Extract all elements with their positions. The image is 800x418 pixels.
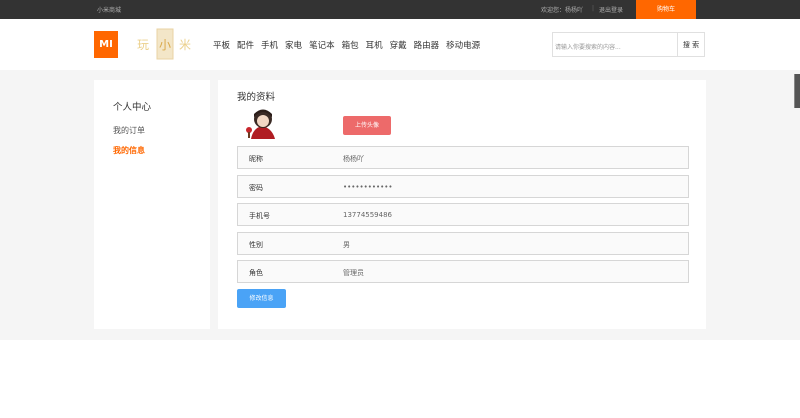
field-row-password[interactable]: 密码 •••••••••••• (237, 175, 689, 198)
page-title: 我的资料 (237, 92, 276, 103)
field-value: •••••••••••• (343, 183, 393, 191)
field-row-phone[interactable]: 手机号 13774559486 (237, 203, 689, 226)
mi-logo[interactable]: MI (94, 31, 118, 58)
sidebar-item-my-info[interactable]: 我的信息 (113, 145, 145, 156)
svg-text:米: 米 (179, 38, 191, 52)
nav-item-accessories[interactable]: 配件 (237, 39, 254, 51)
profile-panel: 我的资料 上传头像 昵称 杨杨吖 密码 •••••••••••• 手机号 137… (218, 80, 706, 329)
nav-item-tablet[interactable]: 平板 (213, 39, 230, 51)
side-scroll-tab[interactable] (794, 74, 800, 108)
main-nav: 平板 配件 手机 家电 笔记本 箱包 耳机 穿戴 路由器 移动电源 (213, 39, 487, 51)
nav-item-phone[interactable]: 手机 (261, 39, 278, 51)
sidebar: 个人中心 我的订单 我的信息 (94, 80, 210, 329)
top-bar: 小米商城 欢迎您：杨杨吖 | 退出登录 购物车 (0, 0, 800, 19)
svg-text:玩: 玩 (137, 38, 149, 52)
nav-item-bags[interactable]: 箱包 (342, 39, 359, 51)
field-row-nickname[interactable]: 昵称 杨杨吖 (237, 146, 689, 169)
avatar (241, 108, 284, 139)
logout-link[interactable]: 退出登录 (599, 5, 623, 14)
field-label: 角色 (249, 269, 263, 277)
field-label: 手机号 (249, 212, 270, 220)
sidebar-item-orders[interactable]: 我的订单 (113, 125, 145, 136)
search-button[interactable]: 搜 索 (678, 32, 705, 57)
search-input[interactable]: 请输入你要搜索的内容... (552, 32, 678, 57)
nav-item-router[interactable]: 路由器 (414, 39, 440, 51)
nav-item-appliances[interactable]: 家电 (285, 39, 302, 51)
edit-info-button[interactable]: 修改信息 (237, 289, 286, 308)
field-label: 昵称 (249, 155, 263, 163)
field-row-role[interactable]: 角色 管理员 (237, 260, 689, 283)
field-row-gender[interactable]: 性别 男 (237, 232, 689, 255)
field-value: 13774559486 (343, 211, 392, 219)
field-value: 杨杨吖 (343, 155, 364, 163)
brand-logo-image: 玩 小 米 (135, 28, 195, 60)
upload-avatar-button[interactable]: 上传头像 (343, 116, 391, 135)
nav-item-wearables[interactable]: 穿戴 (390, 39, 407, 51)
sidebar-title: 个人中心 (113, 102, 152, 113)
nav-item-powerbank[interactable]: 移动电源 (446, 39, 480, 51)
site-name-link[interactable]: 小米商城 (97, 5, 121, 14)
field-label: 密码 (249, 184, 263, 192)
nav-item-earphones[interactable]: 耳机 (366, 39, 383, 51)
field-label: 性别 (249, 241, 263, 249)
welcome-text: 欢迎您：杨杨吖 (541, 7, 584, 14)
cart-button[interactable]: 购物车 (636, 0, 696, 19)
nav-item-laptop[interactable]: 笔记本 (309, 39, 335, 51)
field-value: 男 (343, 241, 350, 249)
separator: | (592, 5, 595, 12)
field-value: 管理员 (343, 269, 364, 277)
svg-text:小: 小 (159, 38, 171, 52)
